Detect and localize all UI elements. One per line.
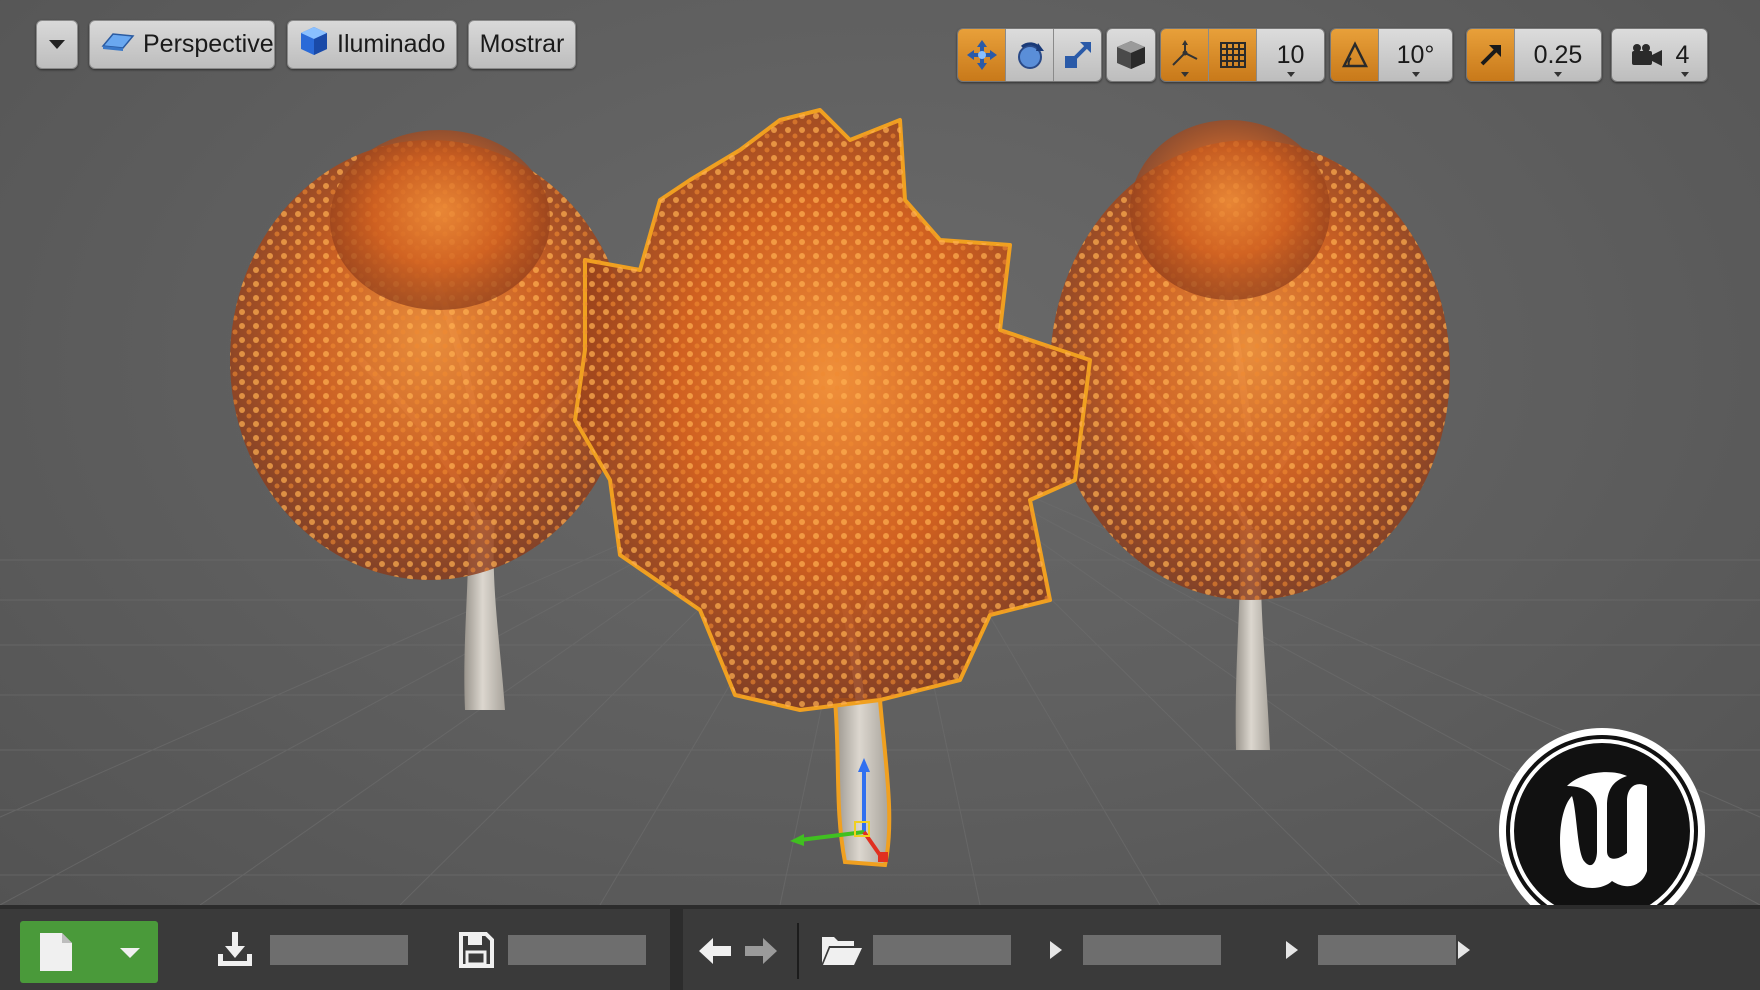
coordinate-space-group	[1106, 28, 1156, 82]
camera-speed-dropdown[interactable]: 4	[1612, 29, 1707, 81]
rotate-tool-button[interactable]	[1006, 29, 1054, 81]
grid-snap-value-dropdown[interactable]: 10	[1257, 29, 1324, 81]
scale-snap-group: 0.25	[1466, 28, 1602, 82]
chevron-right-icon[interactable]	[1458, 941, 1470, 959]
scale-snap-value: 0.25	[1533, 40, 1583, 69]
history-back-button[interactable]	[695, 931, 735, 971]
rotation-snap-value: 10°	[1396, 40, 1435, 69]
scale-icon	[1064, 42, 1091, 68]
content-browser-path-panel	[683, 909, 1760, 990]
viewport-options-button[interactable]	[36, 20, 78, 69]
caret-down-icon[interactable]	[120, 948, 140, 958]
surface-snap-button[interactable]	[1161, 29, 1209, 81]
unreal-engine-logo	[1499, 728, 1705, 905]
import-label-placeholder	[270, 935, 408, 965]
transform-tools-group	[957, 28, 1102, 82]
camera-icon	[1631, 44, 1662, 66]
save-all-label-placeholder	[508, 935, 646, 965]
scale-arrow-icon	[1480, 45, 1501, 66]
path-segment-2[interactable]	[1083, 935, 1221, 965]
level-viewport[interactable]: Perspective Iluminado Mostrar 10 10° 0.2…	[0, 0, 1760, 905]
arrow-left-icon	[699, 938, 731, 964]
camera-speed-group: 4	[1611, 28, 1708, 82]
path-divider	[797, 923, 799, 979]
perspective-icon	[101, 30, 135, 59]
grid-icon	[1219, 42, 1246, 68]
chevron-right-icon[interactable]	[1286, 941, 1298, 959]
rotation-snap-value-dropdown[interactable]: 10°	[1379, 29, 1452, 81]
view-mode-label: Perspective	[143, 30, 274, 58]
rotation-snap-toggle-button[interactable]	[1331, 29, 1379, 81]
world-local-toggle-button[interactable]	[1107, 29, 1155, 81]
content-browser-bar	[0, 905, 1760, 990]
grid-snap-value: 10	[1276, 40, 1305, 69]
view-mode-button[interactable]: Perspective	[89, 20, 275, 69]
scale-snap-value-dropdown[interactable]: 0.25	[1515, 29, 1601, 81]
rotate-icon	[1017, 42, 1044, 69]
lighting-mode-button[interactable]: Iluminado	[287, 20, 457, 69]
import-button[interactable]	[214, 925, 256, 975]
tree-left[interactable]	[230, 130, 630, 710]
path-segment-1[interactable]	[873, 935, 1011, 965]
path-segment-3[interactable]	[1318, 935, 1456, 965]
scale-tool-button[interactable]	[1054, 29, 1101, 81]
history-forward-button[interactable]	[741, 931, 781, 971]
tree-center-selected[interactable]	[573, 108, 1092, 868]
save-icon	[459, 932, 494, 968]
lit-cube-icon	[299, 25, 329, 64]
content-browser-actions-panel	[0, 909, 670, 990]
save-all-button[interactable]	[456, 925, 496, 975]
translate-icon	[966, 40, 997, 70]
scale-snap-toggle-button[interactable]	[1467, 29, 1515, 81]
lighting-mode-label: Iluminado	[337, 30, 446, 58]
surface-snap-icon	[1171, 40, 1197, 66]
add-new-button[interactable]	[20, 921, 158, 983]
grid-snap-toggle-button[interactable]	[1209, 29, 1257, 81]
folder-open-icon	[822, 937, 862, 965]
chevron-right-icon[interactable]	[1050, 941, 1062, 959]
rotation-snap-group: 10°	[1330, 28, 1453, 82]
translate-tool-button[interactable]	[958, 29, 1006, 81]
world-local-cube-icon	[1117, 41, 1145, 69]
new-file-icon	[40, 933, 72, 971]
arrow-right-icon	[745, 938, 777, 964]
show-button[interactable]: Mostrar	[468, 20, 576, 69]
download-icon	[218, 932, 252, 966]
grid-snap-group: 10	[1160, 28, 1325, 82]
camera-speed-value: 4	[1675, 40, 1690, 69]
tree-right[interactable]	[1050, 120, 1450, 750]
caret-down-icon	[49, 40, 65, 49]
path-picker-button[interactable]	[819, 927, 865, 973]
angle-icon	[1341, 41, 1368, 68]
show-label: Mostrar	[479, 30, 565, 58]
scene-canvas[interactable]	[0, 0, 1760, 905]
